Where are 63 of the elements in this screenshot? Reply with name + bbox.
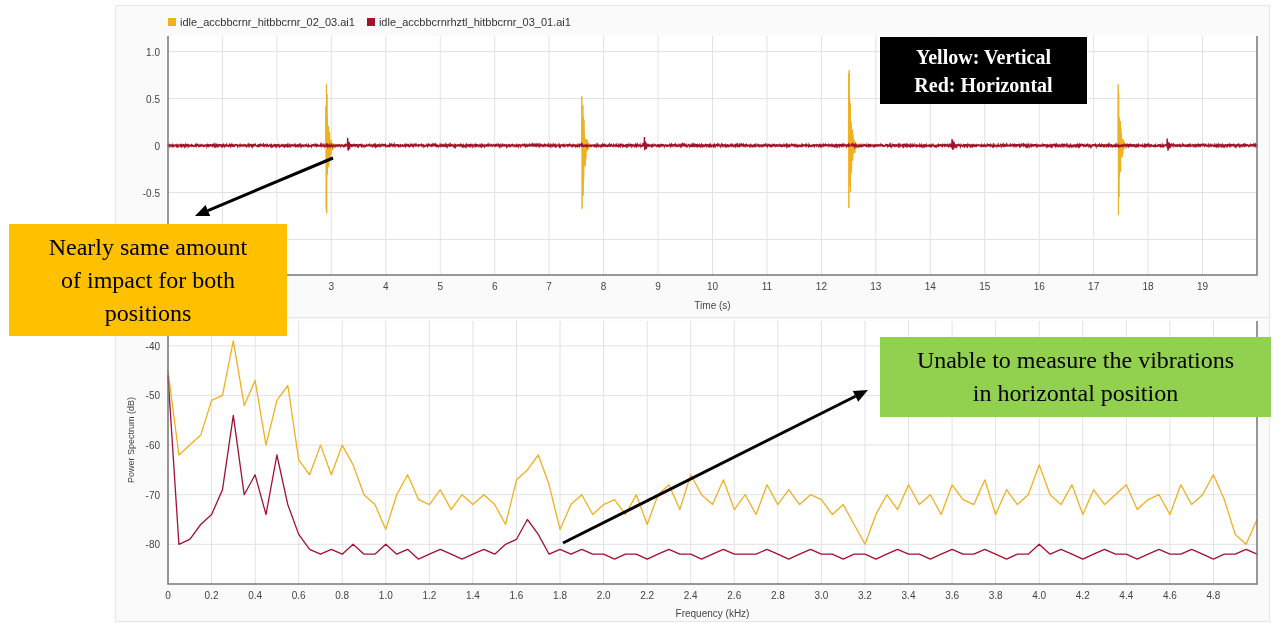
callout-text: of impact for both xyxy=(61,265,235,295)
axis-tick-label: -60 xyxy=(145,440,160,452)
legend-label[interactable]: idle_accbbcrnrhztl_hitbbcrnr_03_01.ai1 xyxy=(378,14,571,31)
axis-tick-label: 2.6 xyxy=(727,590,742,601)
axis-tick-label: 6 xyxy=(491,281,498,292)
axis-tick-label: 13 xyxy=(870,281,882,292)
axis-tick-label: -80 xyxy=(145,539,160,551)
axis-tick-label: 4.2 xyxy=(1075,590,1090,601)
axis-tick-label: 3.4 xyxy=(901,590,916,601)
axis-tick-label: 12 xyxy=(815,281,827,292)
axis-tick-label: 0 xyxy=(165,590,171,601)
axis-tick-label: 0.2 xyxy=(204,590,219,601)
axis-tick-label: 3.8 xyxy=(988,590,1003,601)
axis-tick-label: 0.6 xyxy=(291,590,306,601)
axis-tick-label: 17 xyxy=(1088,281,1100,292)
axis-tick-label: 1.0 xyxy=(146,46,160,58)
axis-tick-label: 2.8 xyxy=(770,590,785,601)
axis-tick-label: 1.2 xyxy=(422,590,437,601)
callout-text: Unable to measure the vibrations xyxy=(916,346,1235,375)
axis-tick-label: 9 xyxy=(655,281,661,292)
axis-tick-label: 14 xyxy=(924,281,936,292)
axis-title: Time (s) xyxy=(694,300,731,311)
axis-tick-label: 19 xyxy=(1197,281,1209,292)
axis-tick-label: 2.4 xyxy=(683,590,698,601)
axis-tick-label: 0.4 xyxy=(248,590,263,601)
axis-tick-label: 7 xyxy=(546,281,552,292)
axis-tick-label: 4.8 xyxy=(1206,590,1221,601)
axis-tick-label: 0.5 xyxy=(146,93,160,105)
axis-title: Power Spectrum (dB) xyxy=(126,397,136,483)
callout-text: positions xyxy=(104,298,192,328)
axis-tick-label: 18 xyxy=(1142,281,1154,292)
axis-tick-label: 1.6 xyxy=(509,590,524,601)
axis-tick-label: 11 xyxy=(761,281,773,292)
axis-tick-label: 0.8 xyxy=(335,590,350,601)
axis-tick-label: 3 xyxy=(328,281,335,292)
axis-tick-label: 1.8 xyxy=(553,590,567,601)
axis-tick-label: 3.2 xyxy=(858,590,872,601)
axis-tick-label: -0.5 xyxy=(142,187,160,199)
axis-tick-label: 4.0 xyxy=(1032,590,1047,601)
axis-tick-label: 2.0 xyxy=(596,590,611,601)
axis-tick-label: 4.6 xyxy=(1162,590,1177,601)
callout-text: in horizontal position xyxy=(972,379,1179,408)
axis-tick-label: 3.0 xyxy=(814,590,829,601)
axis-tick-label: 1.0 xyxy=(378,590,393,601)
axis-tick-label: -70 xyxy=(145,489,160,501)
axis-tick-label: 16 xyxy=(1033,281,1045,292)
axis-tick-label: 8 xyxy=(600,281,607,292)
axis-tick-label: 0 xyxy=(154,140,160,152)
axis-tick-label: 4 xyxy=(383,281,389,292)
axis-tick-label: 1.4 xyxy=(465,590,480,601)
axis-tick-label: 15 xyxy=(979,281,991,292)
axis-title: Frequency (kHz) xyxy=(675,608,750,619)
callout-text: Red: Horizontal xyxy=(914,72,1053,98)
axis-tick-label: 3.6 xyxy=(945,590,960,601)
axis-tick-label: 5 xyxy=(437,281,444,292)
axis-tick-label: 4.4 xyxy=(1119,590,1134,601)
callout-text: Yellow: Vertical xyxy=(916,44,1051,70)
axis-tick-label: 2.2 xyxy=(640,590,655,601)
legend-label[interactable]: idle_accbbcrnr_hitbbcrnr_02_03.ai1 xyxy=(180,14,355,31)
axis-tick-label: 10 xyxy=(706,281,719,292)
axis-tick-label: -50 xyxy=(145,390,160,402)
axis-tick-label: -40 xyxy=(145,340,160,352)
callout-text: Nearly same amount xyxy=(48,232,248,262)
